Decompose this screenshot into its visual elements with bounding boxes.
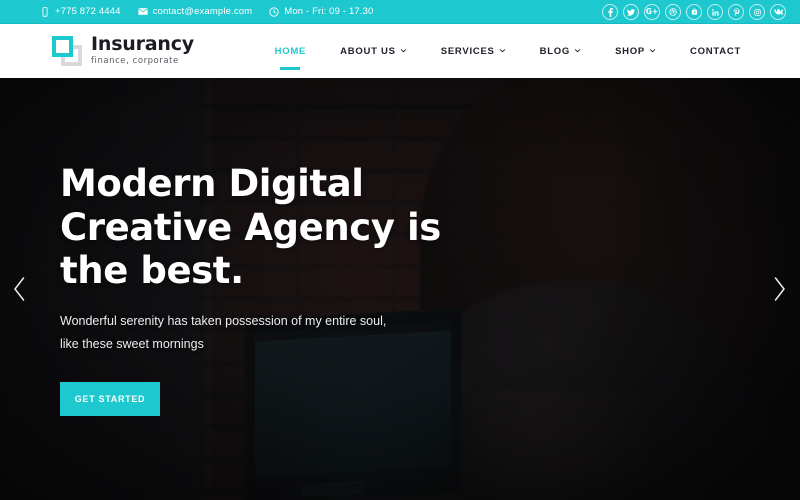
site-header: Insurancy finance, corporate HOME ABOUT …: [0, 24, 800, 78]
clock-icon: [269, 6, 279, 17]
chevron-down-icon: [574, 47, 581, 54]
youtube-icon[interactable]: [686, 4, 702, 20]
main-navigation: HOME ABOUT US SERVICES BLOG SHOP CONTACT: [258, 24, 758, 78]
vk-icon[interactable]: [770, 4, 786, 20]
get-started-button[interactable]: GET STARTED: [60, 382, 160, 417]
slider-next-button[interactable]: [762, 267, 796, 311]
topbar-phone[interactable]: +775 872 4444: [40, 6, 121, 17]
nav-item-services[interactable]: SERVICES: [424, 24, 523, 78]
top-bar: +775 872 4444 contact@example.com Mon - …: [0, 0, 800, 24]
nav-item-about-us[interactable]: ABOUT US: [323, 24, 424, 78]
twitter-icon[interactable]: [623, 4, 639, 20]
topbar-email[interactable]: contact@example.com: [138, 6, 253, 17]
chevron-down-icon: [499, 47, 506, 54]
brand-tagline: finance, corporate: [91, 56, 179, 67]
logo-mark-icon: [52, 36, 82, 66]
top-bar-contact-group: +775 872 4444 contact@example.com Mon - …: [40, 6, 373, 17]
slider-prev-button[interactable]: [2, 267, 36, 311]
nav-label-about-us: ABOUT US: [340, 45, 396, 57]
logo-square-teal: [52, 36, 73, 57]
chevron-right-icon: [772, 276, 787, 302]
nav-item-contact[interactable]: CONTACT: [673, 24, 758, 78]
brand-name: Insurancy: [91, 33, 194, 56]
topbar-phone-text: +775 872 4444: [55, 6, 121, 17]
nav-active-underline: [280, 67, 301, 70]
nav-label-shop: SHOP: [615, 45, 646, 57]
linkedin-icon[interactable]: [707, 4, 723, 20]
hero-title: Modern Digital Creative Agency is the be…: [60, 161, 441, 293]
social-links: G+: [602, 0, 786, 24]
chevron-left-icon: [12, 276, 27, 302]
nav-item-shop[interactable]: SHOP: [598, 24, 673, 78]
topbar-email-text: contact@example.com: [152, 6, 253, 17]
hero-content: Modern Digital Creative Agency is the be…: [0, 78, 800, 500]
brand-logo[interactable]: Insurancy finance, corporate: [52, 33, 194, 67]
phone-icon: [40, 6, 50, 17]
topbar-hours-text: Mon - Fri: 09 - 17.30: [284, 6, 374, 17]
brand-text: Insurancy finance, corporate: [91, 33, 194, 67]
chevron-down-icon: [400, 47, 407, 54]
pinterest-icon[interactable]: [728, 4, 744, 20]
instagram-icon[interactable]: [749, 4, 765, 20]
nav-label-contact: CONTACT: [690, 45, 741, 57]
nav-item-home[interactable]: HOME: [258, 24, 324, 78]
chevron-down-icon: [649, 47, 656, 54]
email-icon: [138, 7, 148, 17]
nav-item-blog[interactable]: BLOG: [523, 24, 598, 78]
dribbble-icon[interactable]: [665, 4, 681, 20]
google-plus-icon[interactable]: G+: [644, 4, 660, 20]
facebook-icon[interactable]: [602, 4, 618, 20]
hero-slider: Modern Digital Creative Agency is the be…: [0, 78, 800, 500]
topbar-hours: Mon - Fri: 09 - 17.30: [269, 6, 373, 17]
nav-label-blog: BLOG: [539, 45, 571, 57]
hero-subtitle: Wonderful serenity has taken possession …: [60, 313, 387, 351]
nav-label-services: SERVICES: [440, 45, 495, 57]
nav-label-home: HOME: [274, 45, 307, 57]
